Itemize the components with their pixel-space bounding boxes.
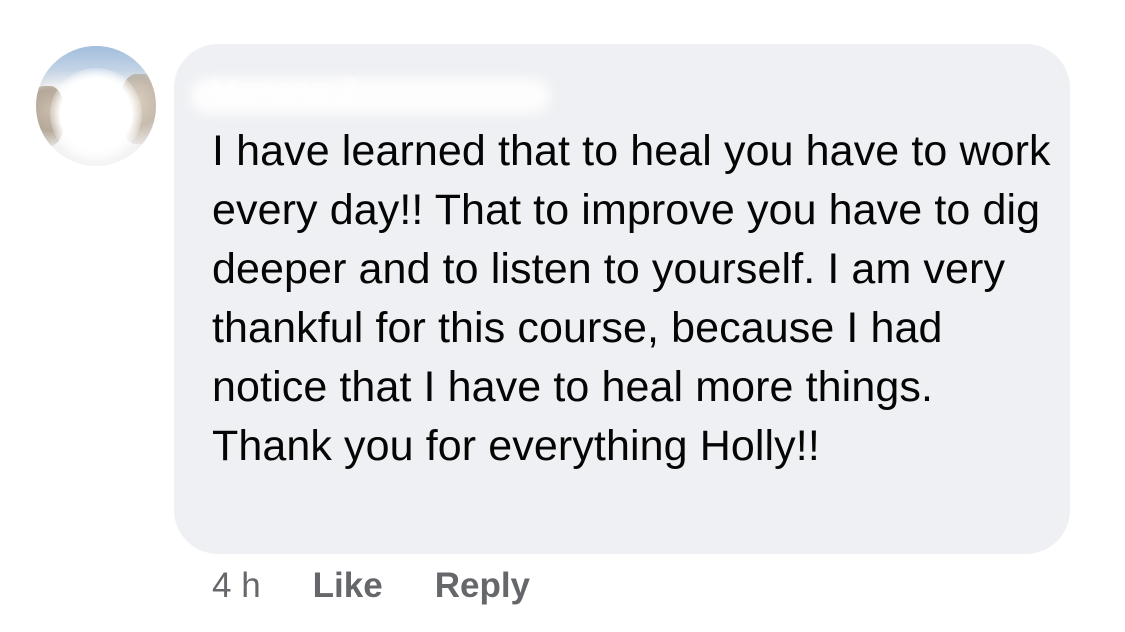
reply-button[interactable]: Reply [435,566,530,606]
timestamp[interactable]: 4 h [212,566,261,606]
like-button[interactable]: Like [313,566,383,606]
comment: Mariana Z I have learned that to heal yo… [0,0,1125,632]
comment-actions: 4 h Like Reply [212,562,582,610]
avatar-blur [50,68,142,160]
comment-text: I have learned that to heal you have to … [212,127,1051,470]
author-name[interactable]: Mariana Z [210,72,359,110]
avatar[interactable] [36,46,156,166]
comment-bubble: Mariana Z I have learned that to heal yo… [174,44,1070,554]
